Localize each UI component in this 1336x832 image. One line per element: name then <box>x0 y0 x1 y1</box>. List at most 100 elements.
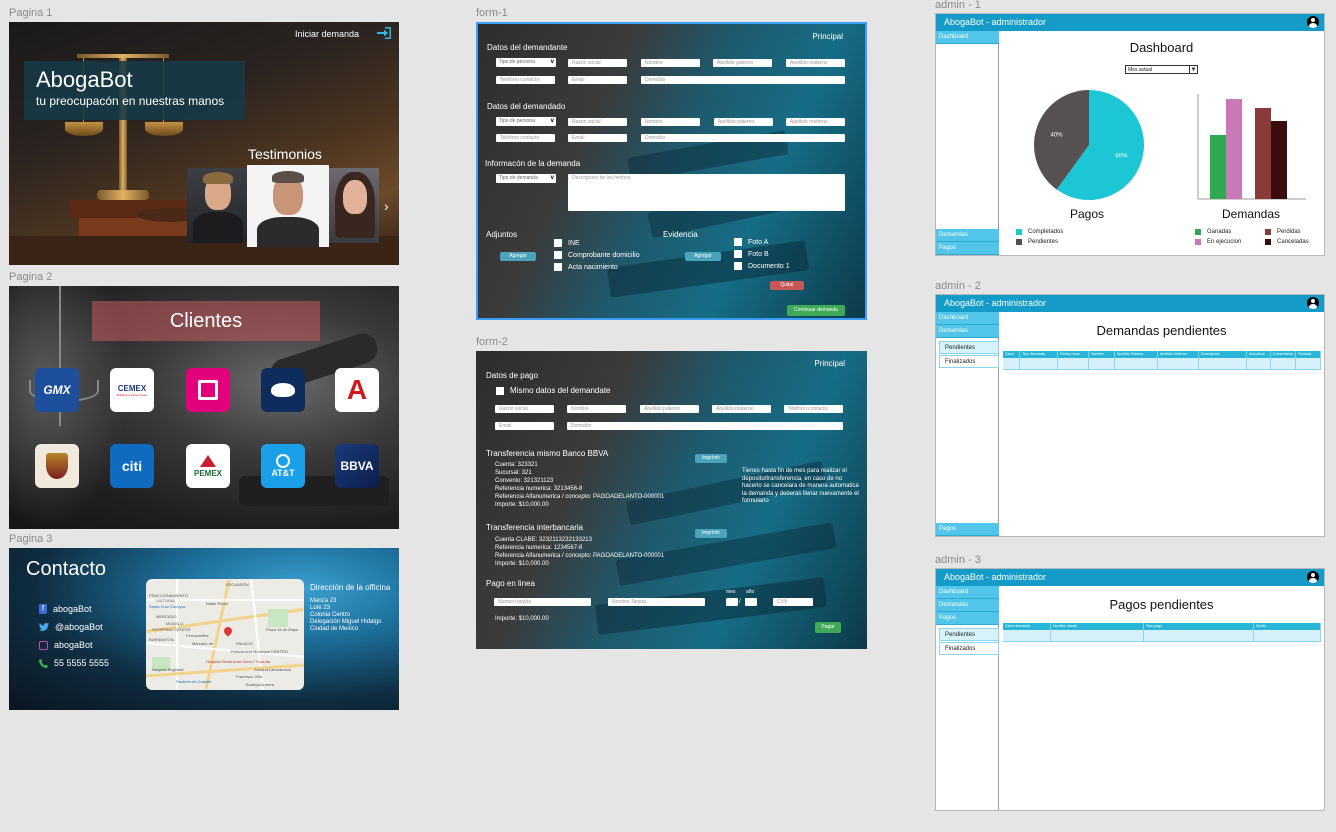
map-label: VICTORIA <box>156 598 175 603</box>
start-demand-link[interactable]: Iniciar demanda <box>295 29 359 39</box>
user-icon[interactable] <box>1307 16 1319 28</box>
checkbox[interactable] <box>554 239 562 247</box>
tipo-demanda-select[interactable]: Tipo de demanda v <box>496 174 556 183</box>
sidebar-item-pagos[interactable]: Pagos <box>936 242 999 255</box>
sidebar-item-dashboard[interactable]: Dashboard <box>936 312 999 325</box>
mes-input[interactable] <box>726 598 738 606</box>
apellido-materno-input-demandado[interactable]: Apellido materno <box>786 118 845 126</box>
checkbox[interactable] <box>734 262 742 270</box>
carousel-next-arrow[interactable]: › <box>384 198 389 214</box>
sidebar-subitem-finalizados[interactable]: Finalizados <box>939 642 999 655</box>
testimonial-photo-2[interactable] <box>247 165 329 247</box>
sidebar-item-dashboard[interactable]: Dashboard <box>936 586 999 599</box>
agregar-evidencia-button[interactable]: Agregar <box>685 252 721 261</box>
bbva-transfer-line: Importe: $10,000.00 <box>495 502 549 508</box>
evidencia-documento-checkbox[interactable]: Documento 1 <box>734 262 790 270</box>
imprimir-interbancaria-button[interactable]: Imprimir <box>695 529 727 538</box>
testimonial-photo-3[interactable] <box>329 168 379 243</box>
domicilio-input-demandado[interactable]: Domicilio <box>641 134 845 142</box>
domicilio-input[interactable]: Domicilio <box>641 76 845 84</box>
column-header[interactable]: Nombre cliente <box>1051 623 1144 630</box>
apellido-paterno-input-demandado[interactable]: Apellido paterno <box>714 118 773 126</box>
nombre-input[interactable]: Nombre <box>641 59 700 67</box>
column-header[interactable]: Monto <box>1254 623 1321 630</box>
column-header[interactable]: Descripción <box>1199 351 1247 358</box>
column-header[interactable]: Tipo demanda <box>1020 351 1058 358</box>
sidebar-item-demandas[interactable]: Demandas <box>936 599 999 612</box>
email-input[interactable]: Email <box>495 422 554 430</box>
agregar-adjunto-button[interactable]: Agregar <box>500 252 536 261</box>
principal-link[interactable]: Principal <box>812 32 843 41</box>
nombre-input-demandado[interactable]: Nombre <box>641 118 700 126</box>
email-input[interactable]: Email <box>568 76 627 84</box>
apellido-materno-input[interactable]: Apellido materno <box>712 405 771 413</box>
checkbox[interactable] <box>734 250 742 258</box>
column-header[interactable]: Fecha creac <box>1058 351 1089 358</box>
sidebar-subitem-finalizados[interactable]: Finalizados <box>939 355 999 368</box>
column-header[interactable]: Nombre <box>1089 351 1115 358</box>
adjunto-ine-checkbox[interactable]: INE <box>554 239 580 247</box>
period-select[interactable]: Mes actual ▼ <box>1125 65 1198 74</box>
telefono-input[interactable]: Telefono contacto <box>496 76 555 84</box>
razon-social-input[interactable]: Razon social <box>495 405 554 413</box>
nombre-input[interactable]: Nombre <box>567 405 626 413</box>
checkbox[interactable] <box>554 263 562 271</box>
numero-tarjeta-input[interactable]: Numero tarjeta <box>494 598 591 606</box>
column-header[interactable]: Comentarios <box>1271 351 1296 358</box>
cvv-input[interactable]: CVV <box>773 598 813 606</box>
checkbox[interactable] <box>734 238 742 246</box>
autozone-logo-text: A <box>346 374 368 405</box>
sidebar-item-demandas[interactable]: Demandas <box>936 229 999 242</box>
office-map[interactable]: ESCANDÓN FRACCIONAMIENTO VICTORIA Santa … <box>146 579 304 690</box>
adjunto-acta-checkbox[interactable]: Acta nacimiento <box>554 263 618 271</box>
principal-link[interactable]: Principal <box>814 359 845 368</box>
domicilio-input[interactable]: Domicilio <box>567 422 843 430</box>
user-icon[interactable] <box>1307 297 1319 309</box>
testimonial-photo-1[interactable] <box>187 168 247 243</box>
apellido-paterno-input[interactable]: Apellido paterno <box>713 59 772 67</box>
quitar-button[interactable]: Quitar <box>770 281 804 290</box>
sidebar-subitem-pendientes[interactable]: Pendientes <box>939 341 999 354</box>
nombre-tarjeta-input[interactable]: Nombre Tarjeta <box>608 598 705 606</box>
apellido-paterno-input[interactable]: Apellido paterno <box>640 405 699 413</box>
sidebar-subitem-pendientes[interactable]: Pendientes <box>939 628 999 641</box>
table-row[interactable] <box>1003 358 1321 370</box>
apellido-materno-input[interactable]: Apellido materno <box>786 59 845 67</box>
razon-social-input-demandado[interactable]: Razon social <box>568 118 627 126</box>
login-icon[interactable] <box>377 27 391 39</box>
tipo-persona-select-demandado[interactable]: Tipo de persona v <box>496 117 556 126</box>
evidencia-foto-a-checkbox[interactable]: Foto A <box>734 238 768 246</box>
sidebar-item-pagos[interactable]: Pagos <box>936 523 999 536</box>
sidebar-item-dashboard[interactable]: Dashboard <box>936 31 999 44</box>
mismo-datos-checkbox[interactable]: Mismo datos del demandate <box>496 386 611 395</box>
telefono-input-demandado[interactable]: Telefono contacto <box>496 134 555 142</box>
descripcion-textarea[interactable]: Descripcion de los hechos <box>568 174 845 211</box>
sidebar-item-demandas[interactable]: Demandas <box>936 325 999 338</box>
sidebar-item-pagos[interactable]: Pagos <box>936 612 999 625</box>
instagram-link[interactable]: abogaBot <box>39 640 93 650</box>
evidencia-foto-b-checkbox[interactable]: Foto B <box>734 250 769 258</box>
checkbox[interactable] <box>554 251 562 259</box>
column-header[interactable]: Apellido Paterno <box>1115 351 1158 358</box>
column-header[interactable]: Finalizar <box>1296 351 1321 358</box>
column-header[interactable]: Clave <box>1003 351 1020 358</box>
tipo-persona-select[interactable]: Tipo de persona v <box>496 58 556 67</box>
column-header[interactable]: Actualizar <box>1247 351 1271 358</box>
pagar-button[interactable]: Pagar <box>815 622 841 633</box>
adjunto-comprobante-checkbox[interactable]: Comprobante domicilio <box>554 251 640 259</box>
table-row[interactable] <box>1003 630 1321 642</box>
column-header[interactable]: Tipo pago <box>1144 623 1254 630</box>
twitter-link[interactable]: @abogaBot <box>39 622 103 632</box>
column-header[interactable]: Apellido Materno <box>1158 351 1199 358</box>
checkbox[interactable] <box>496 386 504 395</box>
telefono-input[interactable]: Telefono contacto <box>784 405 843 413</box>
user-icon[interactable] <box>1307 571 1319 583</box>
email-input-demandado[interactable]: Email <box>568 134 627 142</box>
razon-social-input[interactable]: Razon social <box>568 59 627 67</box>
phone-link[interactable]: 55 5555 5555 <box>39 658 109 668</box>
column-header[interactable]: Clave demanda <box>1003 623 1051 630</box>
imprimir-bbva-button[interactable]: Imprimir <box>695 454 727 463</box>
facebook-link[interactable]: f abogaBot <box>39 604 92 614</box>
continuar-demanda-button[interactable]: Continuar demanda <box>787 305 845 316</box>
anio-input[interactable] <box>745 598 757 606</box>
